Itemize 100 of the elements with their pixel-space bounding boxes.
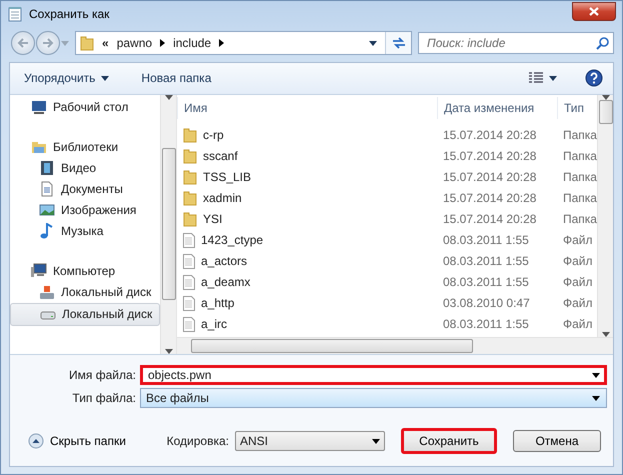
file-name: xadmin: [177, 190, 437, 206]
refresh-icon: [392, 37, 406, 49]
folder-icon: [183, 169, 197, 186]
sidebar-item[interactable]: Компьютер: [10, 260, 160, 282]
date-cell-text: 15.07.2014 20:28: [442, 149, 538, 164]
file-row[interactable]: sscanf 15.07.2014 20:28 Папка: [177, 146, 597, 167]
file-name: a_deamx: [177, 274, 437, 290]
details-view-icon: [529, 72, 543, 84]
folder-icon: [80, 35, 94, 51]
breadcrumb[interactable]: pawno: [116, 36, 152, 50]
caret-icon: [549, 76, 557, 81]
file-row[interactable]: xadmin 15.07.2014 20:28 Папка: [177, 188, 597, 209]
back-arrow-icon: [17, 38, 29, 48]
scrollbar-thumb[interactable]: [162, 148, 176, 300]
sidebar-item[interactable]: Изображения: [10, 200, 160, 221]
scrollbar-thumb[interactable]: [191, 339, 473, 353]
file-icon: [183, 274, 195, 290]
forward-arrow-icon: [42, 38, 54, 48]
library-folder-icon: [31, 139, 47, 156]
file-row[interactable]: a_deamx 08.03.2011 1:55 Файл: [177, 272, 597, 293]
file-name: TSS_LIB: [177, 169, 437, 186]
file-row[interactable]: a_http 03.08.2010 0:47 Файл: [177, 292, 597, 314]
date-cell-text: 03.08.2010 0:47: [442, 296, 531, 310]
new-folder-button[interactable]: Новая папка: [137, 68, 216, 88]
film-icon: [39, 160, 55, 176]
sidebar-item[interactable]: Музыка: [10, 220, 160, 242]
organize-button[interactable]: Упорядочить: [20, 68, 114, 88]
sidebar-item[interactable]: Локальный диск: [10, 282, 160, 303]
refresh-button[interactable]: [385, 32, 411, 54]
collapse-icon: [28, 433, 44, 449]
help-icon[interactable]: [585, 69, 603, 88]
type-cell-text: Файл: [562, 233, 594, 248]
file-name: YSI: [177, 211, 437, 228]
system-drive-icon: [39, 284, 55, 300]
computer-icon: [31, 263, 47, 280]
date-cell-text: 15.07.2014 20:28: [442, 128, 538, 142]
file-row[interactable]: a_actors 08.03.2011 1:55 Файл: [177, 250, 597, 272]
file-icon: [183, 296, 195, 311]
file-row[interactable]: YSI 15.07.2014 20:28 Папка: [177, 208, 597, 230]
close-icon: [589, 6, 599, 16]
date-cell-text: 15.07.2014 20:28: [442, 191, 538, 206]
breadcrumb[interactable]: include: [173, 36, 212, 50]
notepad-icon: [7, 6, 23, 22]
sidebar-label: Библиотеки: [53, 140, 118, 154]
save-button[interactable]: Сохранить: [401, 428, 497, 454]
file-name: a_http: [177, 296, 437, 311]
sidebar-label: Музыка: [61, 224, 104, 238]
hide-folders-button[interactable]: Скрыть папки: [28, 433, 126, 449]
filename-field[interactable]: objects.pwn: [140, 365, 607, 385]
file-name: a_irc: [177, 316, 437, 332]
list-scrollbar[interactable]: [597, 94, 613, 337]
search-field[interactable]: Поиск: include: [418, 32, 614, 54]
file-name: sscanf: [177, 148, 437, 164]
column-header[interactable]: Дата изменения: [437, 96, 557, 119]
filetype-dropdown[interactable]: Все файлы: [140, 388, 607, 408]
file-row[interactable]: TSS_LIB 15.07.2014 20:28 Папка: [177, 166, 597, 188]
sidebar-item[interactable]: Документы: [10, 178, 160, 200]
type-cell-text: Папка: [562, 191, 597, 206]
forward-button[interactable]: [36, 31, 60, 55]
close-button[interactable]: [572, 2, 616, 20]
sidebar-item[interactable]: Локальный диск: [10, 302, 160, 326]
file-name: c-rp: [177, 127, 437, 144]
date-cell-text: 08.03.2011 1:55: [442, 233, 530, 248]
cancel-button[interactable]: Отмена: [513, 430, 601, 452]
file-icon: [183, 254, 195, 269]
encoding-label: Кодировка:: [166, 434, 229, 448]
sidebar-item[interactable]: Видео: [10, 158, 160, 179]
file-icon: [183, 232, 195, 248]
encoding-dropdown[interactable]: ANSI: [235, 431, 385, 451]
back-button[interactable]: [11, 31, 35, 55]
type-cell-text: Файл: [562, 317, 594, 332]
sidebar-item[interactable]: Библиотеки: [10, 136, 160, 158]
column-header[interactable]: Имя: [177, 96, 437, 119]
folder-icon: [183, 211, 197, 228]
window-title: Сохранить как: [29, 7, 110, 21]
caret-icon: [101, 76, 110, 81]
file-row[interactable]: c-rp 15.07.2014 20:28 Папка: [177, 124, 597, 146]
sidebar-label: Рабочий стол: [53, 100, 128, 114]
address-bar[interactable]: « pawno include: [75, 31, 412, 55]
folder-icon: [183, 190, 197, 206]
sidebar-scrollbar[interactable]: [160, 94, 176, 354]
chevron-icon: [160, 39, 166, 47]
sidebar-label: Видео: [61, 161, 96, 176]
file-row[interactable]: 1423_ctype 08.03.2011 1:55 Файл: [177, 230, 597, 251]
horizontal-scrollbar[interactable]: [177, 337, 613, 354]
file-name: a_actors: [177, 254, 437, 269]
sidebar-item[interactable]: Рабочий стол: [10, 96, 160, 118]
type-cell-text: Папка: [562, 128, 597, 142]
chevron-icon: [219, 39, 224, 47]
sidebar-label: Документы: [61, 182, 123, 196]
caret-icon: [372, 438, 380, 444]
date-cell-text: 08.03.2011 1:55: [442, 317, 530, 332]
breadcrumb-overflow[interactable]: «: [102, 36, 109, 50]
search-icon: [596, 36, 609, 50]
date-cell-text: 08.03.2011 1:55: [442, 254, 530, 268]
file-row[interactable]: a_irc 08.03.2011 1:55 Файл: [177, 314, 597, 335]
file-name: 1423_ctype: [177, 232, 437, 248]
type-cell-text: Папка: [562, 170, 597, 184]
type-cell-text: Файл: [562, 296, 594, 310]
scrollbar-thumb[interactable]: [598, 100, 612, 124]
